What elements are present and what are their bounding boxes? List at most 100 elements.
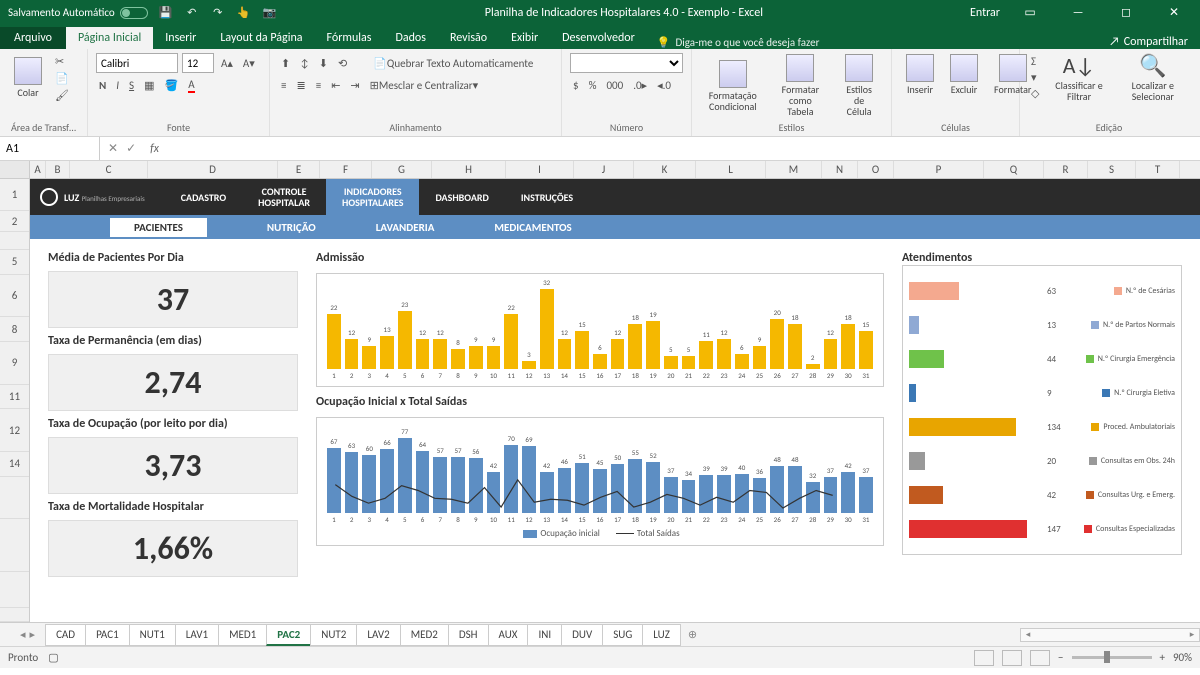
- orientation-icon[interactable]: ⟲: [335, 56, 350, 71]
- autosum-icon[interactable]: Σ: [1028, 54, 1042, 69]
- undo-icon[interactable]: ↶: [184, 5, 200, 21]
- insert-cells-button[interactable]: Inserir: [900, 52, 940, 97]
- decrease-indent-icon[interactable]: ⇤: [328, 78, 343, 93]
- number-format-select[interactable]: [570, 53, 683, 73]
- col-header[interactable]: E: [278, 161, 320, 178]
- row-header[interactable]: 2: [0, 211, 29, 232]
- align-top-icon[interactable]: ⬆: [278, 56, 293, 71]
- zoom-slider[interactable]: [1072, 656, 1152, 659]
- maximize-icon[interactable]: ◻: [1108, 0, 1144, 25]
- col-header[interactable]: A: [30, 161, 46, 178]
- ribbon-tab-2[interactable]: Layout da Página: [208, 27, 314, 49]
- nav-item-2[interactable]: INDICADORESHOSPITALARES: [326, 179, 419, 215]
- fill-icon[interactable]: ▾: [1028, 70, 1042, 85]
- col-header[interactable]: M: [766, 161, 822, 178]
- redo-icon[interactable]: ↷: [210, 5, 226, 21]
- nav-item-1[interactable]: CONTROLEHOSPITALAR: [242, 179, 326, 215]
- nav-item-0[interactable]: CADASTRO: [165, 179, 242, 215]
- ribbon-tab-5[interactable]: Revisão: [438, 27, 499, 49]
- col-header[interactable]: Q: [984, 161, 1044, 178]
- file-tab[interactable]: Arquivo: [0, 27, 66, 49]
- col-header[interactable]: L: [696, 161, 766, 178]
- font-size-select[interactable]: [182, 53, 214, 73]
- delete-cells-button[interactable]: Excluir: [944, 52, 984, 97]
- col-header[interactable]: G: [372, 161, 432, 178]
- normal-view-icon[interactable]: [974, 650, 994, 666]
- decrease-decimal-icon[interactable]: ◂.0: [654, 78, 674, 93]
- horizontal-scrollbar[interactable]: ◂▸: [1020, 628, 1200, 642]
- col-header[interactable]: H: [432, 161, 506, 178]
- accept-formula-icon[interactable]: ✓: [126, 141, 136, 156]
- sheet-tab-MED2[interactable]: MED2: [400, 624, 449, 646]
- cut-icon[interactable]: ✂: [52, 54, 72, 69]
- increase-font-icon[interactable]: A▴: [218, 56, 236, 71]
- name-box[interactable]: A1: [0, 137, 100, 160]
- col-header[interactable]: N: [822, 161, 858, 178]
- row-header[interactable]: [0, 608, 29, 622]
- row-header[interactable]: 9: [0, 342, 29, 384]
- sort-filter-button[interactable]: A↓Classificar e Filtrar: [1046, 52, 1111, 104]
- row-header[interactable]: [0, 519, 29, 572]
- col-header[interactable]: S: [1088, 161, 1136, 178]
- sheet-tab-CAD[interactable]: CAD: [45, 624, 86, 646]
- bold-icon[interactable]: N: [96, 78, 109, 93]
- sheet-tab-PAC1[interactable]: PAC1: [85, 624, 130, 646]
- increase-decimal-icon[interactable]: .0▸: [630, 78, 650, 93]
- sheet-tab-LAV2[interactable]: LAV2: [356, 624, 400, 646]
- underline-icon[interactable]: S: [126, 78, 137, 93]
- currency-icon[interactable]: $: [570, 78, 582, 93]
- increase-indent-icon[interactable]: ⇥: [347, 78, 362, 93]
- ribbon-tab-6[interactable]: Exibir: [499, 27, 550, 49]
- col-header[interactable]: J: [574, 161, 634, 178]
- row-header[interactable]: 1: [0, 179, 29, 211]
- copy-icon[interactable]: 📄: [52, 71, 72, 86]
- sheet-tab-DUV[interactable]: DUV: [561, 624, 603, 646]
- col-header[interactable]: K: [634, 161, 696, 178]
- sheet-tab-DSH[interactable]: DSH: [448, 624, 489, 646]
- cell-styles-button[interactable]: Estilos de Célula: [835, 52, 883, 119]
- sheet-tab-NUT1[interactable]: NUT1: [129, 624, 176, 646]
- col-header[interactable]: D: [148, 161, 278, 178]
- sheet-tab-LAV1[interactable]: LAV1: [175, 624, 219, 646]
- sheet-tab-AUX[interactable]: AUX: [488, 624, 529, 646]
- page-break-view-icon[interactable]: [1030, 650, 1050, 666]
- paste-button[interactable]: Colar: [8, 52, 48, 103]
- minimize-icon[interactable]: —: [1060, 0, 1096, 25]
- col-header[interactable]: C: [70, 161, 148, 178]
- camera-icon[interactable]: 📷: [262, 5, 278, 21]
- subnav-item-3[interactable]: MEDICAMENTOS: [494, 221, 571, 234]
- ribbon-options-icon[interactable]: ▭: [1012, 0, 1048, 25]
- nav-item-4[interactable]: INSTRUÇÕES: [505, 179, 589, 215]
- wrap-text-button[interactable]: 📄 Quebrar Texto Automaticamente: [370, 56, 536, 71]
- col-header[interactable]: I: [506, 161, 574, 178]
- sheet-tab-SUG[interactable]: SUG: [602, 624, 643, 646]
- font-name-select[interactable]: [96, 53, 178, 73]
- nav-item-3[interactable]: DASHBOARD: [419, 179, 504, 215]
- touch-icon[interactable]: 👆: [236, 5, 252, 21]
- sheet-tab-INI[interactable]: INI: [527, 624, 562, 646]
- row-header[interactable]: [0, 572, 29, 607]
- sheet-tab-MED1[interactable]: MED1: [218, 624, 267, 646]
- align-middle-icon[interactable]: ↕: [297, 56, 312, 71]
- font-color-icon[interactable]: A: [185, 77, 197, 94]
- fill-color-icon[interactable]: 🪣: [162, 78, 182, 93]
- zoom-out-icon[interactable]: −: [1058, 651, 1063, 664]
- sheet-tab-LUZ[interactable]: LUZ: [642, 624, 681, 646]
- align-right-icon[interactable]: ≡: [313, 78, 324, 93]
- tell-me[interactable]: 💡 Diga-me o que você deseja fazer: [657, 36, 820, 49]
- comma-icon[interactable]: 000: [603, 78, 626, 93]
- col-header[interactable]: O: [858, 161, 894, 178]
- align-bottom-icon[interactable]: ⬇: [316, 56, 331, 71]
- ribbon-tab-1[interactable]: Inserir: [153, 27, 208, 49]
- row-header[interactable]: 8: [0, 317, 29, 342]
- subnav-item-1[interactable]: NUTRIÇÃO: [267, 221, 316, 234]
- col-header[interactable]: P: [894, 161, 984, 178]
- align-left-icon[interactable]: ≡: [278, 78, 289, 93]
- row-header[interactable]: 11: [0, 385, 29, 410]
- border-icon[interactable]: ▦: [141, 78, 157, 93]
- clear-icon[interactable]: ◇: [1028, 86, 1042, 101]
- ribbon-tab-4[interactable]: Dados: [383, 27, 437, 49]
- col-header[interactable]: B: [46, 161, 70, 178]
- select-all-corner[interactable]: [0, 161, 30, 178]
- merge-button[interactable]: ⊞ Mesclar e Centralizar ▾: [367, 78, 482, 93]
